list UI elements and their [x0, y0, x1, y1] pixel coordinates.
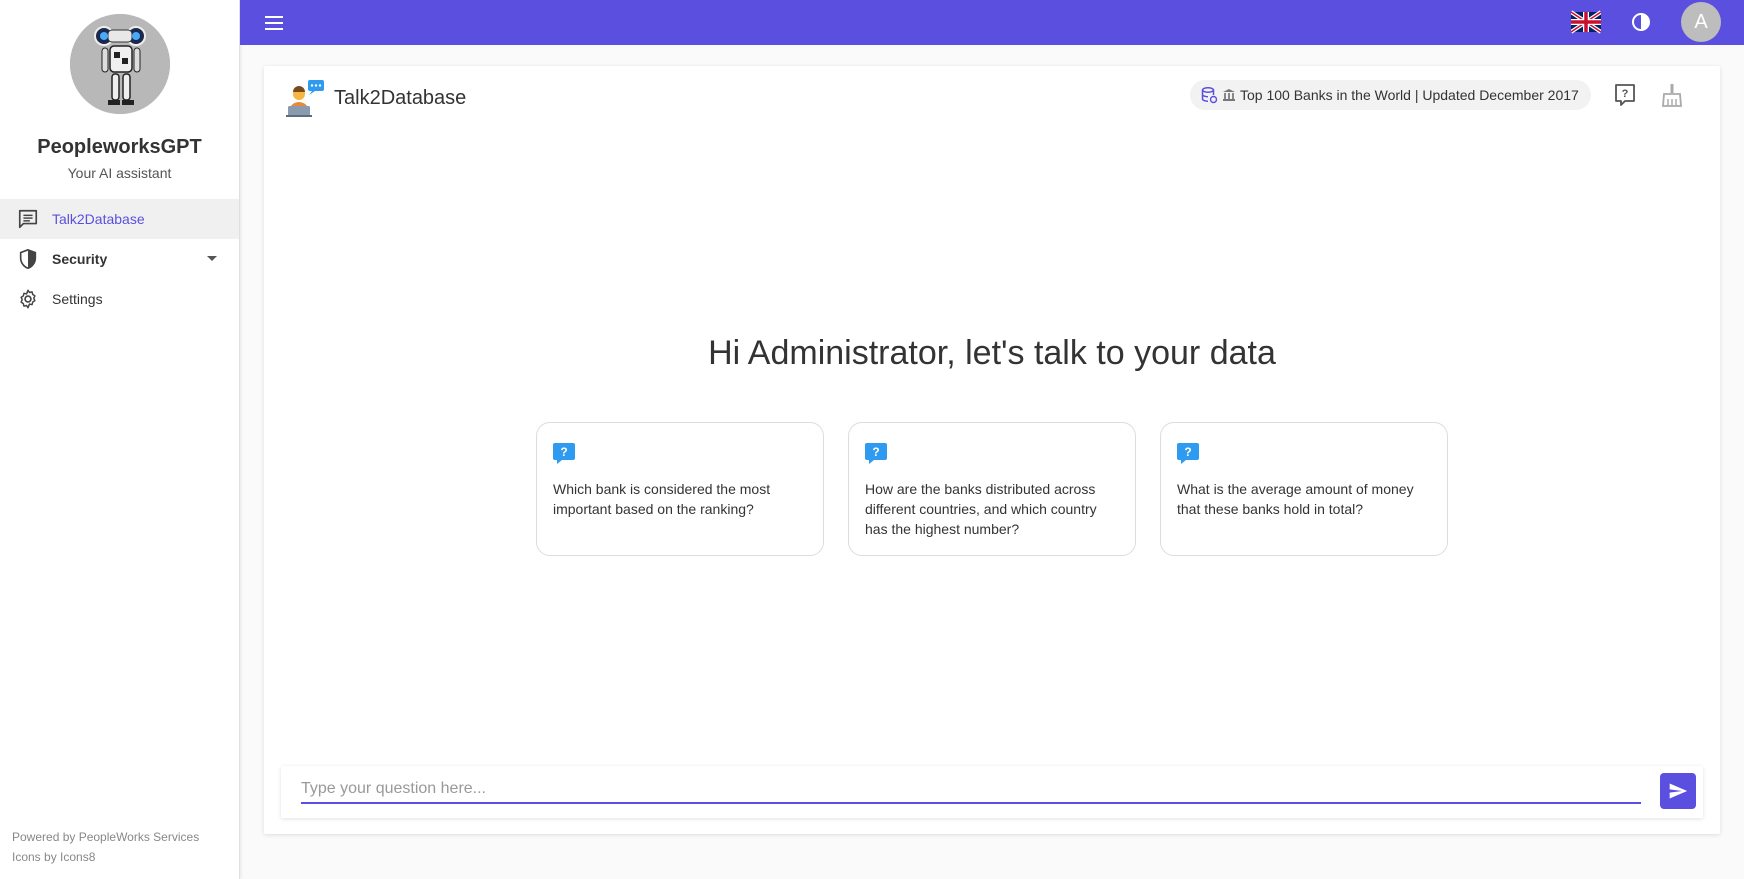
contrast-icon[interactable] [1631, 12, 1651, 32]
icons-credit-text: Icons by Icons8 [12, 850, 96, 864]
sidebar-item-label: Security [52, 251, 108, 267]
svg-text:?: ? [872, 445, 879, 459]
sidebar-item-label: Settings [52, 291, 103, 307]
sidebar-item-talk2database[interactable]: Talk2Database [0, 199, 239, 239]
database-icon [1200, 86, 1218, 104]
person-chat-icon [286, 78, 326, 118]
question-input-bar [281, 766, 1703, 818]
bank-icon [1222, 88, 1236, 102]
suggestion-card[interactable]: ? What is the average amount of money th… [1160, 422, 1448, 556]
chat-icon [16, 207, 40, 231]
question-bubble-icon: ? [865, 443, 887, 465]
suggestion-text: How are the banks distributed across dif… [865, 481, 1097, 537]
sidebar-nav: Talk2Database Security Settings [0, 199, 239, 319]
svg-text:?: ? [1184, 445, 1191, 459]
svg-text:?: ? [560, 445, 567, 459]
chevron-down-icon[interactable] [207, 256, 217, 261]
sidebar: PeopleworksGPT Your AI assistant Talk2Da… [0, 0, 240, 879]
robot-logo [69, 14, 170, 114]
svg-text:?: ? [1622, 88, 1629, 100]
uk-flag-icon[interactable] [1569, 10, 1603, 34]
send-button[interactable] [1660, 773, 1696, 809]
question-input[interactable] [301, 776, 1641, 804]
top-bar: A [240, 0, 1744, 45]
app-name: PeopleworksGPT [37, 136, 202, 158]
greeting-heading: Hi Administrator, let's talk to your dat… [708, 334, 1276, 372]
powered-by-text: Powered by PeopleWorks Services [12, 830, 200, 844]
suggestion-list: ? Which bank is considered the most impo… [536, 422, 1448, 556]
suggestion-card[interactable]: ? How are the banks distributed across d… [848, 422, 1136, 556]
broom-icon[interactable] [1659, 82, 1685, 108]
gear-icon [16, 287, 40, 311]
shield-icon [16, 247, 40, 271]
app-logo-wrap [0, 0, 239, 114]
question-bubble-icon: ? [1177, 443, 1199, 465]
user-avatar[interactable]: A [1681, 2, 1721, 42]
page-title: Talk2Database [334, 86, 467, 109]
card-header: Talk2Database [286, 78, 466, 118]
app-subtitle: Your AI assistant [67, 165, 172, 181]
database-name: Top 100 Banks in the World | Updated Dec… [1240, 87, 1579, 103]
question-bubble-icon: ? [553, 443, 575, 465]
suggestion-card[interactable]: ? Which bank is considered the most impo… [536, 422, 824, 556]
send-icon [1669, 783, 1688, 799]
sidebar-footer: Powered by PeopleWorks Services Icons by… [12, 827, 199, 867]
suggestion-text: Which bank is considered the most import… [553, 481, 771, 517]
sidebar-item-security[interactable]: Security [0, 239, 239, 279]
suggestion-text: What is the average amount of money that… [1177, 481, 1414, 517]
sidebar-item-label: Talk2Database [52, 211, 145, 227]
sidebar-item-settings[interactable]: Settings [0, 279, 239, 319]
chat-card: Talk2Database Top 100 Banks in the World… [264, 66, 1720, 834]
help-icon[interactable]: ? [1612, 82, 1638, 108]
database-chip[interactable]: Top 100 Banks in the World | Updated Dec… [1190, 80, 1591, 110]
hamburger-icon[interactable] [262, 11, 286, 35]
